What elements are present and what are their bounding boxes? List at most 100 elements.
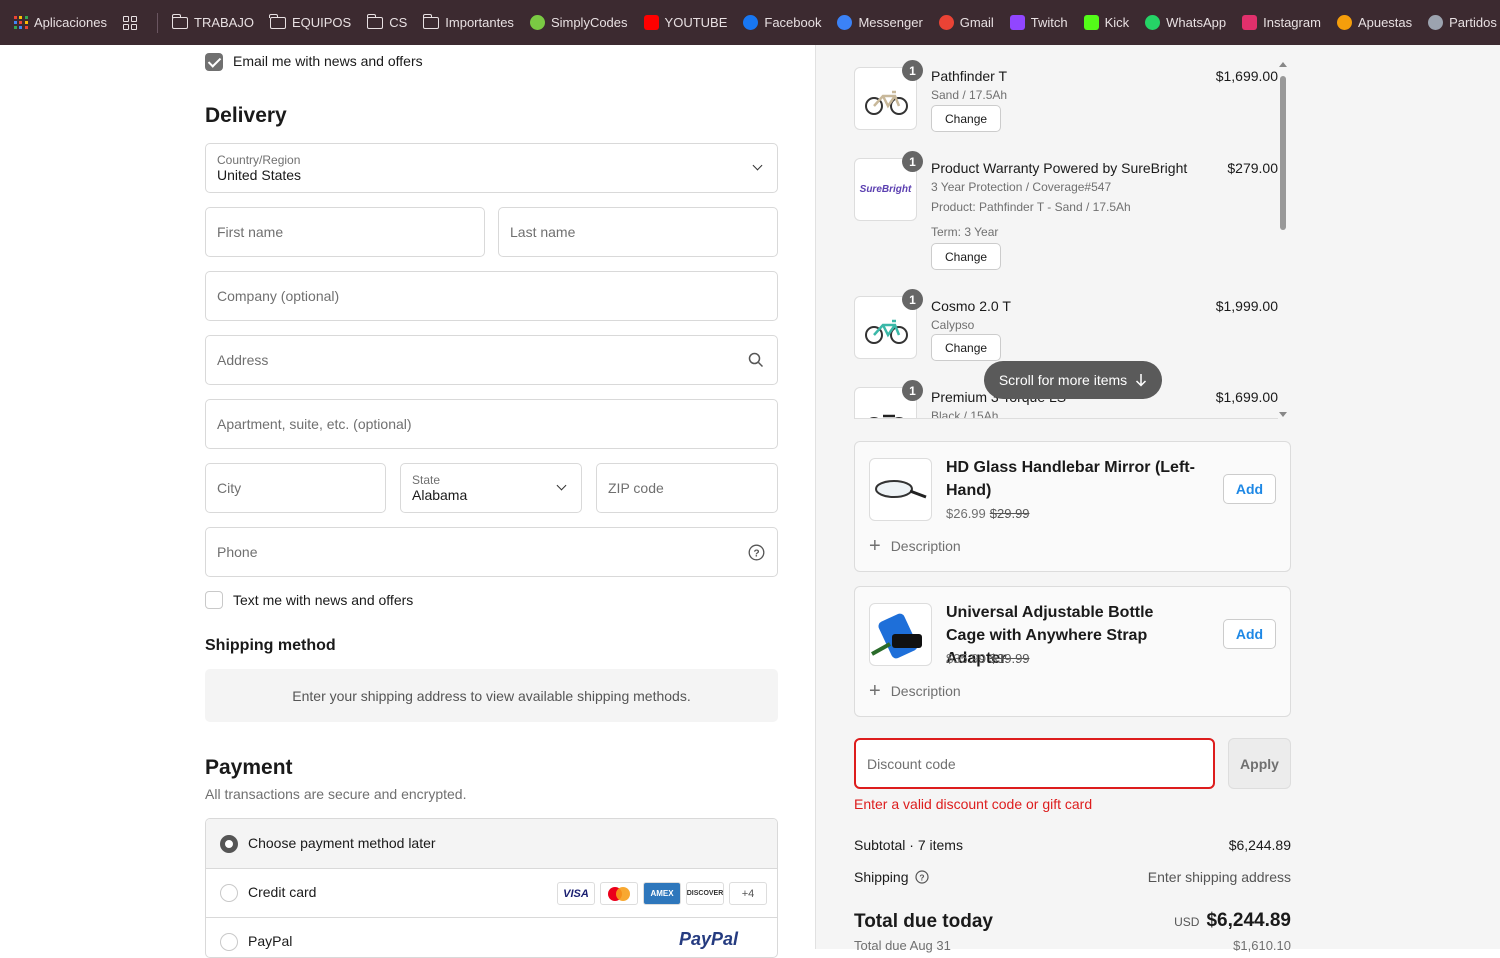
- folder-icon: [269, 13, 286, 29]
- later-due-value: $1,610.10: [1233, 938, 1291, 953]
- upsell-compare-price: $29.99: [989, 506, 1030, 521]
- cart-item-name: Product Warranty Powered by SureBright: [931, 160, 1188, 176]
- credit-card-label: Credit card: [248, 884, 317, 900]
- bookmark-separator: [157, 12, 158, 33]
- scroll-for-more-button[interactable]: Scroll for more items: [984, 361, 1162, 399]
- arrow-down-icon: [1136, 374, 1147, 387]
- bookmark-apuestas[interactable]: Apuestas: [1336, 15, 1413, 30]
- upsell-card: Universal Adjustable Bottle Cage with An…: [854, 586, 1291, 717]
- change-button[interactable]: Change: [931, 243, 1002, 270]
- address-placeholder: Address: [217, 352, 269, 368]
- cart-item-name: Pathfinder T: [931, 68, 1008, 84]
- apartment-field[interactable]: Apartment, suite, etc. (optional): [205, 399, 778, 449]
- company-field[interactable]: Company (optional): [205, 271, 778, 321]
- chevron-down-icon: [556, 480, 567, 491]
- bookmark-instagram[interactable]: Instagram: [1242, 15, 1321, 30]
- first-name-field[interactable]: First name: [205, 207, 485, 257]
- bookmark-whatsapp[interactable]: WhatsApp: [1145, 15, 1226, 30]
- last-name-field[interactable]: Last name: [498, 207, 778, 257]
- add-upsell-button[interactable]: Add: [1223, 619, 1276, 649]
- city-field[interactable]: City: [205, 463, 386, 513]
- more-cards-badge: +4: [729, 882, 767, 905]
- plus-icon: +: [869, 680, 881, 702]
- country-select[interactable]: Country/Region United States: [205, 143, 778, 193]
- bookmark-simplycodes[interactable]: SimplyCodes: [529, 15, 628, 30]
- payment-title: Payment: [205, 756, 293, 779]
- cart-item-product: Product: Pathfinder T - Sand / 17.5Ah: [931, 200, 1131, 214]
- bookmark-twitch[interactable]: Twitch: [1009, 15, 1068, 30]
- scrollbar-thumb[interactable]: [1280, 76, 1286, 230]
- cart-item-price: $1,699.00: [1215, 389, 1278, 405]
- plus-icon: +: [869, 535, 881, 557]
- whatsapp-icon: [1145, 15, 1161, 30]
- bookmark-cs[interactable]: CS: [366, 13, 407, 30]
- chevron-down-icon: [752, 160, 763, 171]
- bookmark-label: EQUIPOS: [291, 15, 352, 30]
- apply-discount-button[interactable]: Apply: [1228, 738, 1291, 789]
- cart-item-variant: 3 Year Protection / Coverage#547: [931, 180, 1112, 194]
- youtube-icon: [643, 15, 659, 30]
- bookmark-label: WhatsApp: [1166, 15, 1227, 30]
- help-icon[interactable]: ?: [748, 544, 765, 561]
- cart-item-qty: 1: [902, 151, 923, 172]
- company-placeholder: Company (optional): [217, 288, 340, 304]
- bookmark-equipos[interactable]: EQUIPOS: [269, 13, 352, 30]
- bookmarks-bar: Aplicaciones TRABAJO EQUIPOS CS Importantes S…: [0, 0, 1500, 45]
- help-icon[interactable]: ?: [914, 870, 929, 884]
- radio-later[interactable]: [220, 835, 238, 853]
- discount-code-input[interactable]: Discount code: [854, 738, 1215, 789]
- later-due-label[interactable]: Total due Aug 31: [854, 938, 951, 953]
- text-news-checkbox[interactable]: [205, 591, 223, 609]
- bookmark-messenger[interactable]: Messenger: [837, 15, 923, 30]
- apuestas-icon: [1336, 15, 1352, 30]
- svg-text:?: ?: [753, 548, 759, 559]
- folder-icon: [366, 13, 384, 29]
- description-toggle[interactable]: + Description: [869, 535, 961, 557]
- bookmark-label: Facebook: [764, 15, 822, 30]
- bookmark-gmail[interactable]: Gmail: [938, 15, 994, 30]
- cart-scrollbar[interactable]: [1279, 62, 1287, 417]
- address-field[interactable]: Address: [205, 335, 778, 385]
- shipping-label: Shipping: [854, 869, 909, 885]
- state-select[interactable]: State Alabama: [400, 463, 582, 513]
- description-toggle[interactable]: + Description: [869, 680, 961, 702]
- cart-item-price: $279.00: [1227, 160, 1278, 176]
- payment-option-credit-card[interactable]: Credit card VISA AMEX DISCOVER +4: [206, 869, 777, 918]
- bookmark-trabajo[interactable]: TRABAJO: [171, 13, 254, 30]
- change-button[interactable]: Change: [931, 334, 1002, 361]
- checkout-form: Email me with news and offers Delivery C…: [0, 45, 815, 958]
- bookmark-kick[interactable]: Kick: [1083, 15, 1130, 30]
- bookmark-facebook[interactable]: Facebook: [743, 15, 821, 30]
- city-placeholder: City: [217, 480, 242, 496]
- bookmark-partidos-1[interactable]: Partidos 1: [1428, 15, 1500, 30]
- total-value: $6,244.89: [1206, 910, 1291, 931]
- upsell-card: HD Glass Handlebar Mirror (Left-Hand) $2…: [854, 441, 1291, 572]
- scroll-up-icon[interactable]: [1279, 62, 1287, 67]
- bookmark-youtube[interactable]: YOUTUBE: [643, 15, 727, 30]
- upsell-price: $26.99 $29.99: [946, 506, 1030, 521]
- radio-paypal[interactable]: [220, 933, 238, 951]
- add-upsell-button[interactable]: Add: [1223, 474, 1276, 504]
- bookmark-aplicaciones[interactable]: Aplicaciones: [14, 15, 107, 30]
- total-label: Total due today: [854, 911, 993, 932]
- phone-field[interactable]: Phone ?: [205, 527, 778, 577]
- mastercard-icon: [600, 882, 638, 905]
- email-news-checkbox[interactable]: [205, 53, 223, 71]
- cart-item-qty: 1: [902, 380, 923, 401]
- bookmark-label: Kick: [1104, 15, 1130, 30]
- visa-icon: VISA: [557, 882, 595, 905]
- upsell-thumbnail: [869, 603, 932, 666]
- radio-credit-card[interactable]: [220, 884, 238, 902]
- zip-field[interactable]: ZIP code: [596, 463, 778, 513]
- order-summary: 1 Pathfinder T Sand / 17.5Ah $1,699.00 C…: [815, 45, 1500, 953]
- cart-item-variant: Sand / 17.5Ah: [931, 88, 1008, 102]
- payment-option-paypal[interactable]: PayPal PayPal: [206, 918, 777, 957]
- bookmark-label: Apuestas: [1357, 15, 1413, 30]
- change-button[interactable]: Change: [931, 105, 1002, 132]
- bookmark-grid[interactable]: [123, 15, 137, 30]
- bookmark-importantes[interactable]: Importantes: [422, 13, 514, 30]
- payment-option-later[interactable]: Choose payment method later: [206, 819, 777, 869]
- amex-icon: AMEX: [643, 882, 681, 905]
- first-name-placeholder: First name: [217, 224, 284, 240]
- scroll-down-icon[interactable]: [1279, 412, 1287, 417]
